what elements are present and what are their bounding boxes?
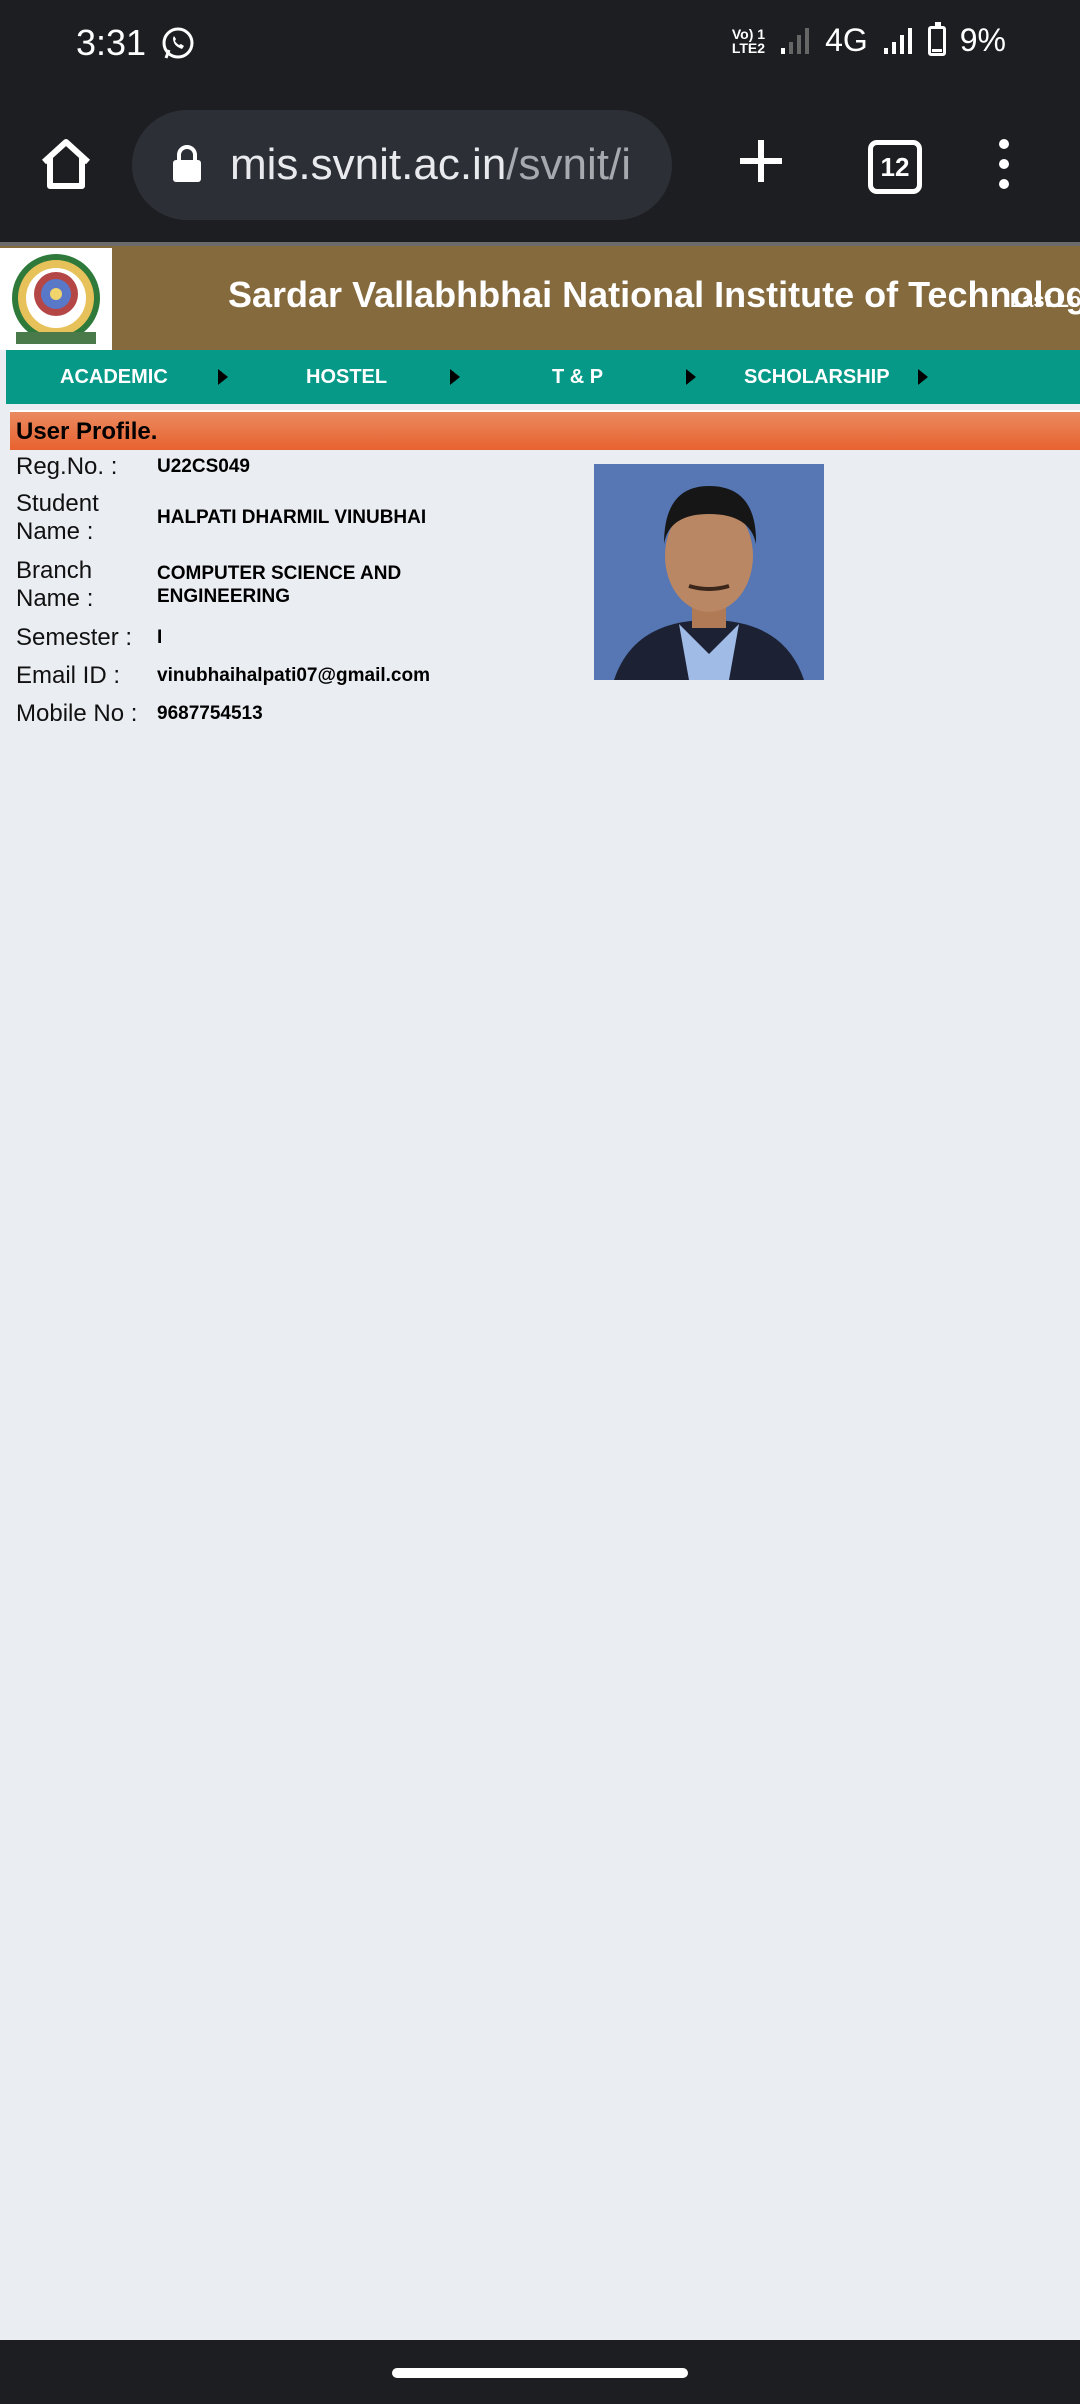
label-email: Email ID : [16,662,121,689]
home-gesture-pill[interactable] [392,2368,688,2378]
signal-icon [883,27,912,54]
value-branch-name: COMPUTER SCIENCE AND ENGINEERING [157,563,402,607]
caret-right-icon[interactable] [918,369,928,385]
address-bar[interactable]: mis.svnit.ac.in/svnit/i [132,110,672,220]
nav-item-academic[interactable]: ACADEMIC [60,350,168,404]
battery-percent: 9% [959,22,1006,58]
nav-item-hostel[interactable]: HOSTEL [306,350,387,404]
site-header: Sardar Vallabhbhai National Institute of… [0,242,1080,350]
volte-indicator: Vo) 1 LTE2 [731,25,766,56]
nav-item-tnp[interactable]: T & P [552,350,603,404]
web-page: Sardar Vallabhbhai National Institute of… [0,242,1080,2340]
institute-logo [0,248,112,350]
tab-switcher-button[interactable]: 12 [868,140,922,194]
last-login-text: Last Log [1010,290,1080,312]
nav-item-scholarship[interactable]: SCHOLARSHIP [744,350,890,404]
lock-icon [173,145,201,182]
value-email: vinubhaihalpati07@gmail.com [157,665,430,686]
page-title: User Profile. [16,418,158,445]
value-reg-no: U22CS049 [157,456,250,477]
url-text[interactable]: mis.svnit.ac.in/svnit/i [230,140,631,190]
label-student-name: Student Name : [16,490,99,545]
system-nav-bar [0,2340,1080,2404]
caret-right-icon[interactable] [686,369,696,385]
signal-weak-icon [781,27,810,54]
battery-icon [927,21,946,56]
value-student-name: HALPATI DHARMIL VINUBHAI [157,507,427,528]
value-semester: I [157,627,163,648]
label-branch-name: Branch Name : [16,557,94,612]
overflow-menu-icon[interactable] [994,138,1014,190]
profile-photo [594,464,824,680]
browser-toolbar: mis.svnit.ac.in/svnit/i 12 [0,92,1080,242]
label-reg-no: Reg.No. : [16,453,118,480]
label-mobile: Mobile No : [16,700,138,727]
label-semester: Semester : [16,624,133,651]
section-header: User Profile. [10,410,1080,450]
status-time: 3:31 [76,22,147,63]
home-icon[interactable] [36,134,96,194]
whatsapp-icon [162,27,194,59]
value-mobile: 9687754513 [157,703,263,724]
institute-title: Sardar Vallabhbhai National Institute of… [228,274,1080,315]
main-nav: ACADEMIC HOSTEL T & P SCHOLARSHIP [6,350,1080,404]
caret-right-icon[interactable] [218,369,228,385]
network-type: 4G [825,22,868,58]
caret-right-icon[interactable] [450,369,460,385]
new-tab-icon[interactable] [736,136,786,186]
status-bar: 3:31 Vo) 1 LTE2 4G 9% [0,0,1080,92]
